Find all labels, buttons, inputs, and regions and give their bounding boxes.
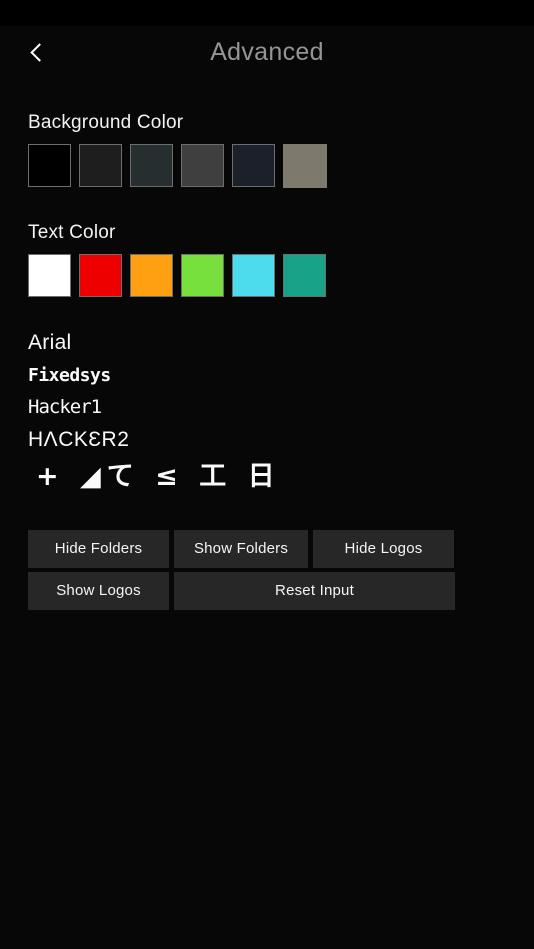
show-logos-button[interactable]: Show Logos <box>28 571 169 610</box>
reset-input-button[interactable]: Reset Input <box>174 571 455 610</box>
bg-swatch-dark-slate[interactable] <box>130 144 173 187</box>
font-option-hacker3[interactable]: + ◢て ≤ 工 日 <box>36 462 534 492</box>
bg-swatch-medium-gray[interactable] <box>181 144 224 187</box>
action-buttons-row-2: Show Logos Reset Input <box>28 571 455 610</box>
text-swatch-orange[interactable] <box>130 254 173 297</box>
bg-swatch-navy-black[interactable] <box>232 144 275 187</box>
hide-folders-button[interactable]: Hide Folders <box>28 529 169 568</box>
text-swatch-green[interactable] <box>181 254 224 297</box>
font-option-fixedsys[interactable]: Fixedsys <box>28 365 534 386</box>
background-color-swatches <box>28 144 534 188</box>
font-option-hacker2[interactable]: HΛCKƐR2 <box>28 428 534 452</box>
text-swatch-red[interactable] <box>79 254 122 297</box>
bg-swatch-black[interactable] <box>28 144 71 187</box>
page-title: Advanced <box>210 38 324 66</box>
show-folders-button[interactable]: Show Folders <box>174 529 308 568</box>
hide-logos-button[interactable]: Hide Logos <box>313 529 454 568</box>
font-option-hacker1[interactable]: Hacker1 <box>28 396 534 418</box>
font-sample-list: Arial Fixedsys Hacker1 HΛCKƐR2 + ◢て ≤ 工 … <box>28 331 534 492</box>
action-buttons: Hide Folders Show Folders Hide Logos Sho… <box>28 529 455 610</box>
text-color-swatches <box>28 254 534 297</box>
text-color-label: Text Color <box>28 222 116 243</box>
font-option-arial[interactable]: Arial <box>28 331 534 355</box>
status-bar <box>0 0 534 26</box>
text-swatch-cyan[interactable] <box>232 254 275 297</box>
text-swatch-teal[interactable] <box>283 254 326 297</box>
title-bar: Advanced <box>0 26 534 78</box>
background-color-label: Background Color <box>28 112 184 133</box>
action-buttons-row-1: Hide Folders Show Folders Hide Logos <box>28 529 455 568</box>
bg-swatch-dark-gray[interactable] <box>79 144 122 187</box>
bg-swatch-khaki[interactable] <box>283 144 327 188</box>
settings-content: Background Color Text Color Arial Fixeds… <box>0 112 534 610</box>
text-swatch-white[interactable] <box>28 254 71 297</box>
